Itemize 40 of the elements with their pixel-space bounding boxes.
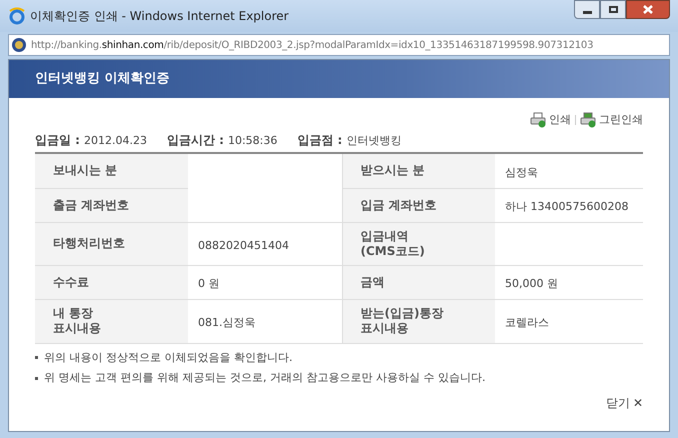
eco-print-button[interactable]: 그린인쇄 (580, 112, 643, 128)
field-value: 0 원 (198, 277, 220, 290)
notice-text: 위의 내용이 정상적으로 이체되었음을 확인합니다. (44, 350, 292, 366)
field-value: 081.심정욱 (198, 316, 256, 329)
notice-text: 위 명세는 고객 편의를 위해 제공되는 것으로, 거래의 참고용으로만 사용하실 수 있습니다. (44, 370, 486, 386)
field-label: 타행처리번호 (53, 236, 126, 251)
page-title: 인터넷뱅킹 이체확인증 (35, 70, 170, 88)
summary-label: 입금일 : (35, 132, 80, 148)
field-label: 내 통장 표시내용 (53, 306, 102, 336)
address-bar[interactable]: http://banking.shinhan.com/rib/deposit/O_RIBD2003_2.jsp?modalParamIdx=idx10_13351463187199598.907312103 (8, 34, 670, 56)
window-title: 이체확인증 인쇄 - Windows Internet Explorer (30, 8, 289, 25)
field-value: 심정욱 (505, 166, 538, 179)
summary-value: 10:58:36 (228, 132, 278, 148)
summary-label: 입금시간 : (166, 132, 224, 148)
field-value: 0882020451404 (198, 238, 289, 252)
field-value: 하나 13400575600208 (505, 200, 628, 213)
field-label: 받으시는 분 (360, 163, 426, 178)
close-icon (643, 5, 653, 14)
field-label: 출금 계좌번호 (53, 198, 130, 212)
print-button[interactable]: 인쇄 (530, 112, 571, 128)
close-link[interactable]: 닫기 ✕ (606, 394, 643, 410)
field-label: 금액 (360, 274, 386, 290)
close-button[interactable] (626, 0, 670, 19)
field-value: 50,000 원 (505, 277, 558, 290)
field-label: 받는(입금)통장 표시내용 (360, 306, 444, 336)
printer-icon (580, 112, 596, 128)
summary-label: 입금점 : (297, 132, 342, 148)
printer-icon (530, 112, 546, 128)
globe-icon (11, 37, 27, 53)
browser-icon (8, 7, 26, 25)
field-label: 입금내역 (CMS코드) (360, 228, 426, 258)
field-label: 입금 계좌번호 (360, 198, 438, 212)
maximize-button[interactable] (600, 0, 626, 19)
field-label: 보내시는 분 (53, 163, 118, 178)
field-value: 코렐라스 (505, 316, 549, 329)
field-label: 수수료 (53, 274, 90, 290)
summary-value: 2012.04.23 (84, 132, 147, 148)
url-text: http://banking.shinhan.com/rib/deposit/O_RIBD2003_2.jsp?modalParamIdx=idx10_13351463187199598.907312103 (31, 38, 594, 52)
minimize-button[interactable] (574, 0, 600, 19)
summary-value: 인터넷뱅킹 (346, 132, 402, 148)
